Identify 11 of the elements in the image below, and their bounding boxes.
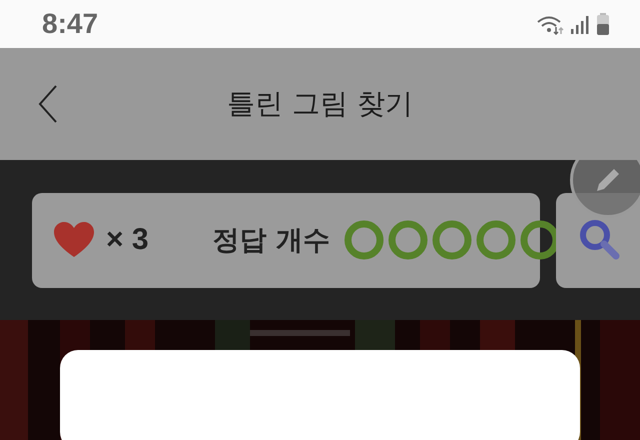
battery-icon: [596, 13, 610, 35]
heart-icon: [54, 222, 94, 258]
back-chevron-icon: [38, 84, 58, 124]
answers-label: 정답 개수: [212, 224, 330, 258]
search-icon: [578, 218, 622, 262]
status-time: 8:47: [42, 8, 98, 40]
wifi-icon: [536, 15, 564, 35]
signal-icon: [570, 15, 590, 35]
page-title: 틀린 그림 찾기: [226, 86, 414, 122]
lives-count: × 3: [106, 223, 149, 257]
back-button[interactable]: [38, 84, 58, 124]
